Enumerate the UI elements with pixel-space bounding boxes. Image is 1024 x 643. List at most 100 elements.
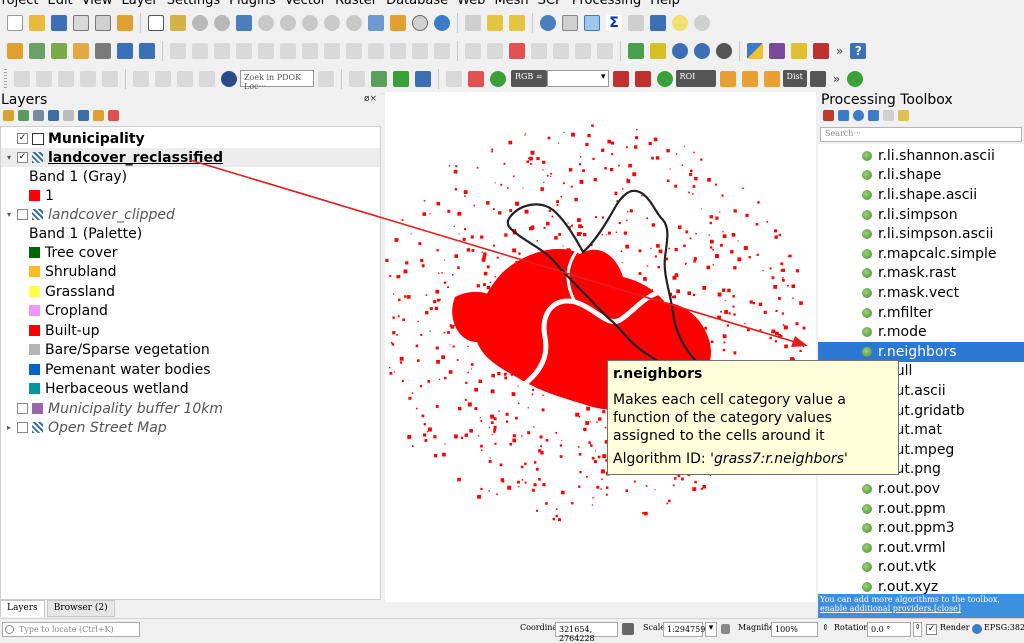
crs-globe-icon[interactable] (972, 624, 982, 634)
expand-collapse-icon[interactable]: ▸ (4, 423, 14, 432)
algorithm-item[interactable]: r.mode (818, 322, 1024, 342)
menu-web[interactable]: Web (457, 0, 485, 8)
annotation-icon[interactable] (672, 14, 688, 31)
enable-providers-link[interactable]: enable additional providers. (820, 604, 934, 613)
layout-manager-icon[interactable] (95, 14, 111, 31)
menu-layer[interactable]: Layer (122, 0, 158, 8)
attribute-table-icon[interactable] (562, 14, 578, 31)
algorithm-item[interactable]: r.out.vtk (818, 558, 1024, 578)
magnifier-field[interactable]: 100% (771, 622, 818, 637)
cut-features-icon[interactable] (346, 42, 362, 59)
layer-styling-icon[interactable] (628, 42, 644, 59)
offset-curve-icon[interactable] (155, 70, 171, 87)
pan-to-selection-icon[interactable] (170, 14, 186, 31)
decorations-icon[interactable] (694, 14, 710, 31)
help-icon[interactable]: ? (850, 42, 867, 59)
new-map-view-icon[interactable] (368, 14, 384, 31)
plugin-car-icon[interactable] (716, 42, 732, 59)
zoom-native-icon[interactable] (302, 14, 318, 31)
algorithm-item[interactable]: r.mask.rast (818, 264, 1024, 284)
scp-roi-zoom-icon[interactable] (656, 70, 673, 87)
algorithm-item[interactable]: r.neighbors (818, 342, 1024, 362)
refresh-icon[interactable] (434, 14, 450, 31)
new-3d-map-icon[interactable] (390, 14, 406, 31)
scp-add-roi-icon[interactable] (741, 70, 758, 87)
add-vector-layer-icon[interactable] (51, 42, 67, 59)
temporal-controller-icon[interactable] (412, 14, 428, 31)
pan-map-icon[interactable] (148, 14, 164, 31)
menu-processing[interactable]: Processing (572, 0, 641, 8)
paste-features-icon[interactable] (390, 42, 406, 59)
layer-visibility-checkbox[interactable]: ✓ (17, 152, 28, 163)
zoom-to-selection-icon[interactable] (258, 14, 274, 31)
processing-options-icon[interactable] (898, 110, 909, 121)
zoom-out-icon[interactable] (214, 14, 230, 31)
new-print-layout-icon[interactable] (73, 14, 89, 31)
menu-help[interactable]: Help (650, 0, 680, 8)
copy-features-icon[interactable] (368, 42, 384, 59)
scp-roi-draw-icon[interactable] (719, 70, 736, 87)
select-features-icon[interactable] (487, 14, 503, 31)
label-pin-icon[interactable] (487, 42, 503, 59)
undo-icon[interactable] (412, 42, 428, 59)
plugin-levels-icon[interactable] (813, 42, 829, 59)
scale-field[interactable]: 1:294759 (663, 622, 705, 637)
plugin-filter-icon[interactable] (769, 42, 785, 59)
plugin-chart-icon[interactable] (791, 42, 807, 59)
render-checkbox[interactable]: ✓ (926, 624, 937, 635)
coordinate-field[interactable]: 321654, 2764228 (555, 622, 618, 643)
label-move-icon[interactable] (553, 42, 569, 59)
toggle-extents-icon[interactable] (622, 623, 634, 635)
field-calculator-icon[interactable] (628, 14, 644, 31)
identify-features-icon[interactable] (465, 14, 481, 31)
style-manager-icon[interactable] (117, 14, 133, 31)
results-viewer-icon[interactable] (868, 110, 879, 121)
crs-label[interactable]: EPSG:3826 (984, 623, 1024, 632)
add-csv-icon[interactable] (139, 42, 155, 59)
close-notice-link[interactable]: [close] (934, 604, 961, 613)
algorithm-item[interactable]: r.out.pov (818, 479, 1024, 499)
processing-search-input[interactable]: Search··· (820, 127, 1022, 142)
algorithm-item[interactable]: r.li.simpson.ascii (818, 224, 1024, 244)
algorithm-item[interactable]: r.li.shape.ascii (818, 185, 1024, 205)
split-features-icon[interactable] (80, 70, 96, 87)
algorithm-item[interactable]: r.li.shannon.ascii (818, 146, 1024, 166)
menu-plugins[interactable]: Plugins (229, 0, 276, 8)
menu-scp[interactable]: SCP (538, 0, 563, 8)
deselect-icon[interactable] (509, 14, 525, 31)
menu-project[interactable]: Project (0, 0, 38, 8)
new-geopackage-icon[interactable] (29, 42, 45, 59)
scp-band-icon[interactable] (415, 70, 431, 87)
algorithm-item[interactable]: r.out.vrml (818, 538, 1024, 558)
layer-municipality-buffer[interactable]: Municipality buffer 10km (1, 399, 380, 418)
algorithm-item[interactable]: r.li.shape (818, 166, 1024, 186)
toolbar-overflow-2[interactable]: » (833, 72, 840, 86)
algorithm-item[interactable]: r.mfilter (818, 303, 1024, 323)
statistics-sigma-icon[interactable]: Σ (606, 14, 622, 31)
algorithm-item[interactable]: r.mask.vect (818, 283, 1024, 303)
reshape-icon[interactable] (133, 70, 149, 87)
open-project-icon[interactable] (29, 14, 45, 31)
plugin-network-icon[interactable] (694, 42, 710, 59)
zoom-to-layer-icon[interactable] (280, 14, 296, 31)
expand-all-icon[interactable] (78, 110, 89, 121)
spin-arrows-icon[interactable]: ⇕ (822, 623, 829, 632)
new-shapefile-icon[interactable] (95, 42, 111, 59)
menu-edit[interactable]: Edit (47, 0, 72, 8)
add-group-icon[interactable] (18, 110, 29, 121)
scp-contrast-icon[interactable] (612, 70, 629, 87)
lock-scale-icon[interactable] (721, 624, 730, 634)
shape-digitize-icon[interactable] (36, 70, 52, 87)
layer-visibility-checkbox[interactable] (17, 209, 28, 220)
digitize-icon[interactable] (236, 42, 252, 59)
rgb-combination-select[interactable] (546, 70, 609, 87)
layer-open-street-map[interactable]: ▸ Open Street Map (1, 418, 380, 437)
save-project-icon[interactable] (51, 14, 67, 31)
history-icon[interactable] (853, 110, 864, 121)
python-console-icon[interactable] (747, 42, 763, 59)
snapping-icon[interactable] (14, 70, 30, 87)
edit-pencil-icon[interactable] (170, 42, 186, 59)
menu-mesh[interactable]: Mesh (494, 0, 528, 8)
algorithm-item[interactable]: r.mapcalc.simple (818, 244, 1024, 264)
zoom-in-icon[interactable] (192, 14, 208, 31)
